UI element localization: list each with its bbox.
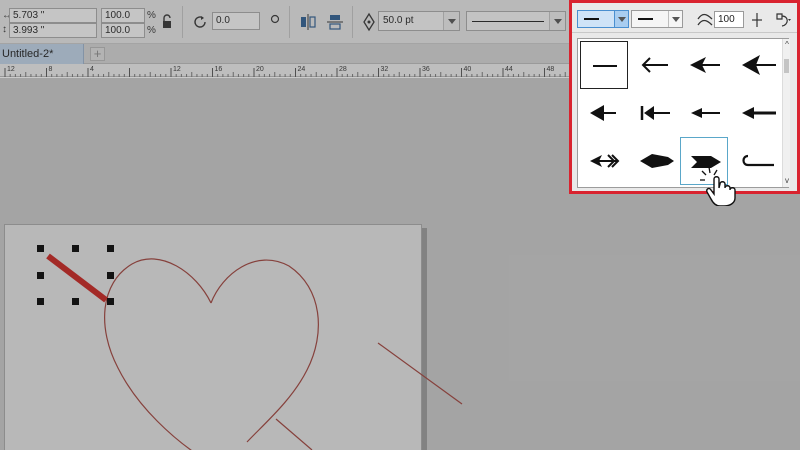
arrow-tail-line[interactable] — [275, 418, 313, 450]
chevron-down-icon[interactable] — [668, 11, 682, 27]
selection-handle[interactable] — [107, 245, 114, 252]
separator — [352, 6, 353, 38]
selection-handle[interactable] — [107, 298, 114, 305]
end-arrowhead-dropdown[interactable] — [631, 10, 683, 28]
object-width-field[interactable]: 5.703 " — [9, 8, 97, 23]
ruler-tick-label: 8 — [49, 66, 53, 73]
arrowhead-open-arrow-left-icon — [641, 57, 668, 73]
line-style-preview — [472, 21, 544, 22]
arrowhead-option-none[interactable] — [580, 41, 628, 89]
curve-smoothing-icon — [696, 11, 714, 32]
arrowhead-option-feathered-arrow-left[interactable] — [580, 137, 628, 185]
scrollbar-thumb[interactable] — [784, 59, 789, 73]
ruler-tick-label: 12 — [7, 66, 15, 73]
mirror-vertical-icon[interactable] — [325, 12, 345, 35]
ruler-tick-label: 48 — [547, 66, 555, 73]
arrowhead-feathered-arrow-left-icon — [590, 154, 620, 168]
separator — [289, 6, 290, 38]
selection-handle[interactable] — [37, 298, 44, 305]
chevron-down-icon[interactable] — [443, 12, 459, 30]
outline-width-dropdown[interactable]: 50.0 pt — [378, 11, 460, 31]
start-arrowhead-dropdown[interactable] — [577, 10, 629, 28]
ruler-tick-label: 44 — [505, 66, 513, 73]
selection-handle[interactable] — [37, 245, 44, 252]
scale-y-field[interactable]: 100.0 — [101, 23, 145, 38]
ruler-tick-label: 12 — [173, 66, 181, 73]
arrowhead-option-triangle-arrow-left[interactable] — [580, 89, 628, 137]
separator — [182, 6, 183, 38]
arrowhead-picker-highlight: 100 ^ v — [569, 0, 800, 194]
center-node-icon[interactable] — [750, 12, 764, 31]
pen-outline-icon — [361, 12, 377, 35]
heart-shape[interactable] — [104, 258, 319, 450]
end-arrowhead-preview — [638, 18, 653, 20]
hand-pointer-cursor-icon — [700, 166, 746, 209]
outline-width-value: 50.0 pt — [383, 15, 414, 26]
degree-icon — [270, 14, 280, 27]
selection-handle[interactable] — [72, 245, 79, 252]
ruler-tick-label: 4 — [90, 66, 94, 73]
arrowhead-toolbar: 100 — [572, 3, 797, 33]
height-icon: ↕ — [2, 24, 7, 35]
arrowhead-option-filled-arrow-left-large[interactable] — [730, 41, 778, 89]
tab-untitled-2[interactable]: Untitled-2* — [0, 44, 84, 64]
chevron-down-icon[interactable] — [614, 11, 628, 27]
scroll-up-icon[interactable]: ^ — [783, 39, 791, 51]
selected-line[interactable] — [46, 253, 108, 303]
start-arrowhead-preview — [584, 18, 599, 20]
arrowhead-wedge-arrow-left-icon — [640, 154, 674, 168]
arrowhead-bar-arrow-left-icon — [640, 106, 670, 120]
scale-y-percent: % — [147, 25, 156, 36]
arrowhead-options-grid: ^ v — [577, 38, 790, 188]
arrowhead-thin-arrow-left-icon — [691, 108, 720, 118]
grid-scrollbar[interactable]: ^ v — [782, 39, 790, 187]
scroll-down-icon[interactable]: v — [783, 175, 791, 187]
chevron-down-icon[interactable] — [549, 12, 565, 30]
arrowhead-option-bar-arrow-left[interactable] — [630, 89, 678, 137]
ruler-tick-label: 36 — [422, 66, 430, 73]
selection-handle[interactable] — [72, 298, 79, 305]
selection-handle[interactable] — [107, 272, 114, 279]
arrowhead-option-wedge-arrow-left[interactable] — [630, 137, 678, 185]
add-tab-button[interactable]: + — [90, 47, 105, 61]
path-node-icon[interactable] — [774, 11, 794, 32]
mirror-horizontal-icon[interactable] — [298, 12, 318, 35]
ruler-tick-label: 16 — [215, 66, 223, 73]
arrowhead-option-filled-arrow-left[interactable] — [680, 41, 728, 89]
selection-handle[interactable] — [37, 272, 44, 279]
scale-x-percent: % — [147, 10, 156, 21]
ruler-tick-label: 28 — [339, 66, 347, 73]
ruler-tick-label: 20 — [256, 66, 264, 73]
arrowhead-option-open-arrow-left[interactable] — [630, 41, 678, 89]
curve-amount-field[interactable]: 100 — [714, 11, 744, 28]
arrowhead-option-bold-arrow-left[interactable] — [730, 89, 778, 137]
lock-ratio-icon[interactable] — [161, 14, 173, 33]
ruler-tick-label: 32 — [381, 66, 389, 73]
arrowhead-triangle-arrow-left-icon — [590, 105, 616, 121]
rotate-icon — [191, 13, 209, 34]
arrowhead-none-icon — [593, 65, 617, 67]
arrowhead-option-thin-arrow-left[interactable] — [680, 89, 728, 137]
rotation-field[interactable]: 0.0 — [212, 12, 260, 30]
ruler-tick-label: 40 — [464, 66, 472, 73]
object-height-field[interactable]: 3.993 " — [9, 23, 97, 38]
line-style-dropdown[interactable] — [466, 11, 566, 31]
arrow-shaft-line[interactable] — [377, 342, 463, 405]
arrowhead-filled-arrow-left-large-icon — [742, 55, 776, 75]
scale-x-field[interactable]: 100.0 — [101, 8, 145, 23]
arrowhead-bold-arrow-left-icon — [742, 107, 776, 119]
arrowhead-filled-arrow-left-icon — [690, 57, 720, 73]
ruler-tick-label: 24 — [298, 66, 306, 73]
